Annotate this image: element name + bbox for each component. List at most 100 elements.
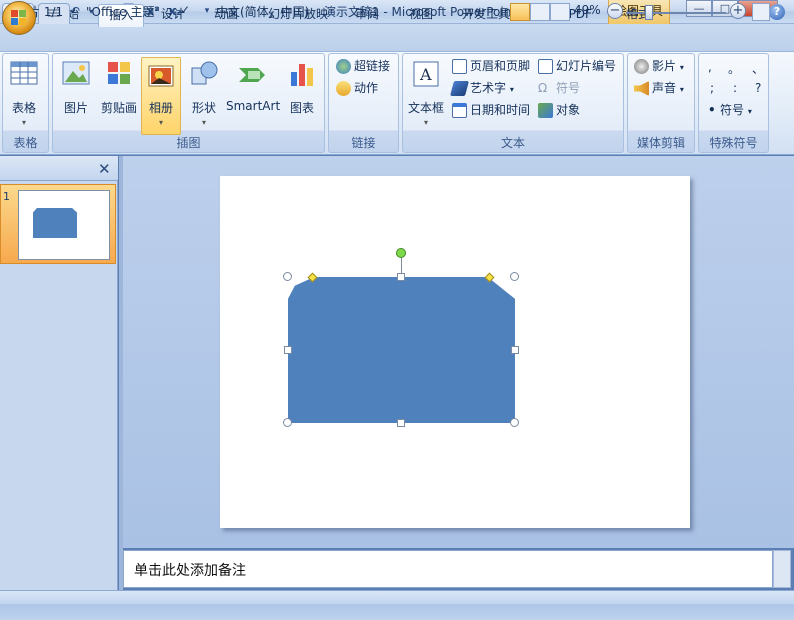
object-label: 对象 <box>556 103 581 117</box>
group-label-media: 媒体剪辑 <box>636 136 685 150</box>
symbol-comma[interactable]: , <box>708 60 712 74</box>
resize-handle-bottom[interactable] <box>397 419 405 427</box>
photo-album-button[interactable]: 相册 ▾ <box>141 57 181 135</box>
hyperlink-icon <box>336 59 351 74</box>
clipart-button[interactable]: 剪贴画 <box>97 58 141 116</box>
shapes-dropdown-icon: ▾ <box>201 118 206 127</box>
table-label: 表格 <box>11 101 36 115</box>
help-icon[interactable]: ? <box>769 4 785 20</box>
group-label-links: 链接 <box>351 136 376 150</box>
wordart-icon <box>449 81 470 96</box>
resize-handle-top-left[interactable] <box>283 272 292 281</box>
pane-splitter[interactable] <box>119 156 123 590</box>
symbol-question[interactable]: ? <box>755 81 761 95</box>
language-indicator[interactable]: 中文(简体，中国) <box>216 3 309 20</box>
header-footer-button[interactable]: 页眉和页脚 <box>452 56 530 76</box>
selected-shape[interactable] <box>288 277 515 423</box>
tab-format[interactable]: 格式 <box>616 4 660 27</box>
sound-button[interactable]: 声音 ▾ <box>634 78 684 98</box>
bullet-icon: • <box>708 103 716 117</box>
zoom-in-button[interactable]: + <box>730 3 746 19</box>
resize-handle-top[interactable] <box>397 273 405 281</box>
table-button[interactable]: 表格 ▾ <box>2 58 46 127</box>
object-icon <box>538 103 553 118</box>
table-dropdown-icon: ▾ <box>21 118 26 127</box>
slide-number-button[interactable]: 幻灯片编号 <box>538 56 616 76</box>
sound-dropdown-icon: ▾ <box>679 85 684 94</box>
picture-button[interactable]: 图片 <box>54 58 98 116</box>
sound-label: 声音 <box>652 81 677 95</box>
tab-review[interactable]: 审阅 <box>346 4 388 27</box>
rotation-handle[interactable] <box>396 248 406 258</box>
group-label-illustrations: 插图 <box>176 136 201 150</box>
zoom-level[interactable]: 49% <box>574 3 601 17</box>
slideshow-view-button[interactable] <box>550 3 570 21</box>
shapes-icon <box>191 61 218 85</box>
resize-handle-left[interactable] <box>284 346 292 354</box>
speaker-icon <box>634 81 649 96</box>
photo-album-dropdown-icon: ▾ <box>158 118 163 127</box>
hyperlink-button[interactable]: 超链接 <box>336 56 390 76</box>
movie-button[interactable]: 影片 ▾ <box>634 56 684 76</box>
textbox-button[interactable]: A 文本框 ▾ <box>404 58 448 127</box>
svg-text:A: A <box>419 65 432 84</box>
notes-scrollbar[interactable] <box>773 550 791 588</box>
resize-handle-bottom-right[interactable] <box>510 418 519 427</box>
shapes-label: 形状 <box>191 101 216 115</box>
movie-dropdown-icon: ▾ <box>679 63 684 72</box>
normal-view-button[interactable] <box>510 3 530 21</box>
calendar-icon <box>452 103 467 118</box>
symbol-label: 符号 <box>556 81 581 95</box>
symbol-semicolon[interactable]: ; <box>710 81 714 95</box>
special-symbol-label: 符号 <box>720 103 745 117</box>
clipart-label: 剪贴画 <box>100 101 137 115</box>
group-label-table: 表格 <box>13 136 38 150</box>
smartart-button[interactable]: SmartArt <box>226 58 281 113</box>
smartart-icon <box>239 68 265 82</box>
action-button[interactable]: 动作 <box>336 78 378 98</box>
theme-name: "Office 主题" <box>86 5 160 19</box>
slide-number-icon <box>538 59 553 74</box>
symbol-period[interactable]: 。 <box>728 60 740 77</box>
smartart-label: SmartArt <box>226 99 281 113</box>
tab-view[interactable]: 视图 <box>400 4 442 27</box>
object-button[interactable]: 对象 <box>538 100 580 120</box>
header-footer-icon <box>452 59 467 74</box>
resize-handle-bottom-left[interactable] <box>283 418 292 427</box>
clipart-icon <box>108 62 130 84</box>
close-pane-icon[interactable]: ✕ <box>98 160 111 178</box>
zoom-slider-track[interactable] <box>626 12 726 14</box>
hyperlink-label: 超链接 <box>354 59 391 73</box>
zoom-out-button[interactable]: − <box>607 3 623 19</box>
slide-number-label: 幻灯片编号 <box>556 59 617 73</box>
header-footer-label: 页眉和页脚 <box>470 59 531 73</box>
spellcheck-icon[interactable]: ✓ <box>180 3 190 17</box>
wordart-button[interactable]: 艺术字 ▾ <box>449 78 514 98</box>
group-label-text: 文本 <box>500 136 525 150</box>
resize-handle-right[interactable] <box>511 346 519 354</box>
chart-button[interactable]: 图表 <box>280 58 324 116</box>
wordart-label: 艺术字 <box>470 81 507 95</box>
notes-placeholder[interactable]: 单击此处添加备注 <box>134 560 246 580</box>
slide-sorter-button[interactable] <box>530 3 550 21</box>
textbox-icon: A <box>413 61 439 87</box>
film-reel-icon <box>634 59 649 74</box>
symbol-enum-comma[interactable]: 、 <box>752 60 764 77</box>
fit-to-window-button[interactable] <box>752 3 770 21</box>
textbox-dropdown-icon: ▾ <box>423 118 428 127</box>
omega-icon: Ω <box>538 81 548 95</box>
office-button[interactable] <box>2 1 36 35</box>
resize-handle-top-right[interactable] <box>510 272 519 281</box>
status-bar <box>0 590 794 620</box>
office-logo-icon <box>11 10 27 26</box>
chart-label: 图表 <box>289 101 314 115</box>
thumbnail-shape <box>33 208 77 238</box>
movie-label: 影片 <box>652 59 677 73</box>
symbol-button: Ω 符号 <box>538 78 580 98</box>
zoom-slider-thumb[interactable] <box>645 5 653 20</box>
special-symbol-button[interactable]: • 符号 ▾ <box>708 100 752 120</box>
symbol-colon[interactable]: : <box>733 81 737 95</box>
minimize-button[interactable]: — <box>686 0 712 17</box>
datetime-button[interactable]: 日期和时间 <box>452 100 530 120</box>
shapes-button[interactable]: 形状 ▾ <box>182 58 226 127</box>
